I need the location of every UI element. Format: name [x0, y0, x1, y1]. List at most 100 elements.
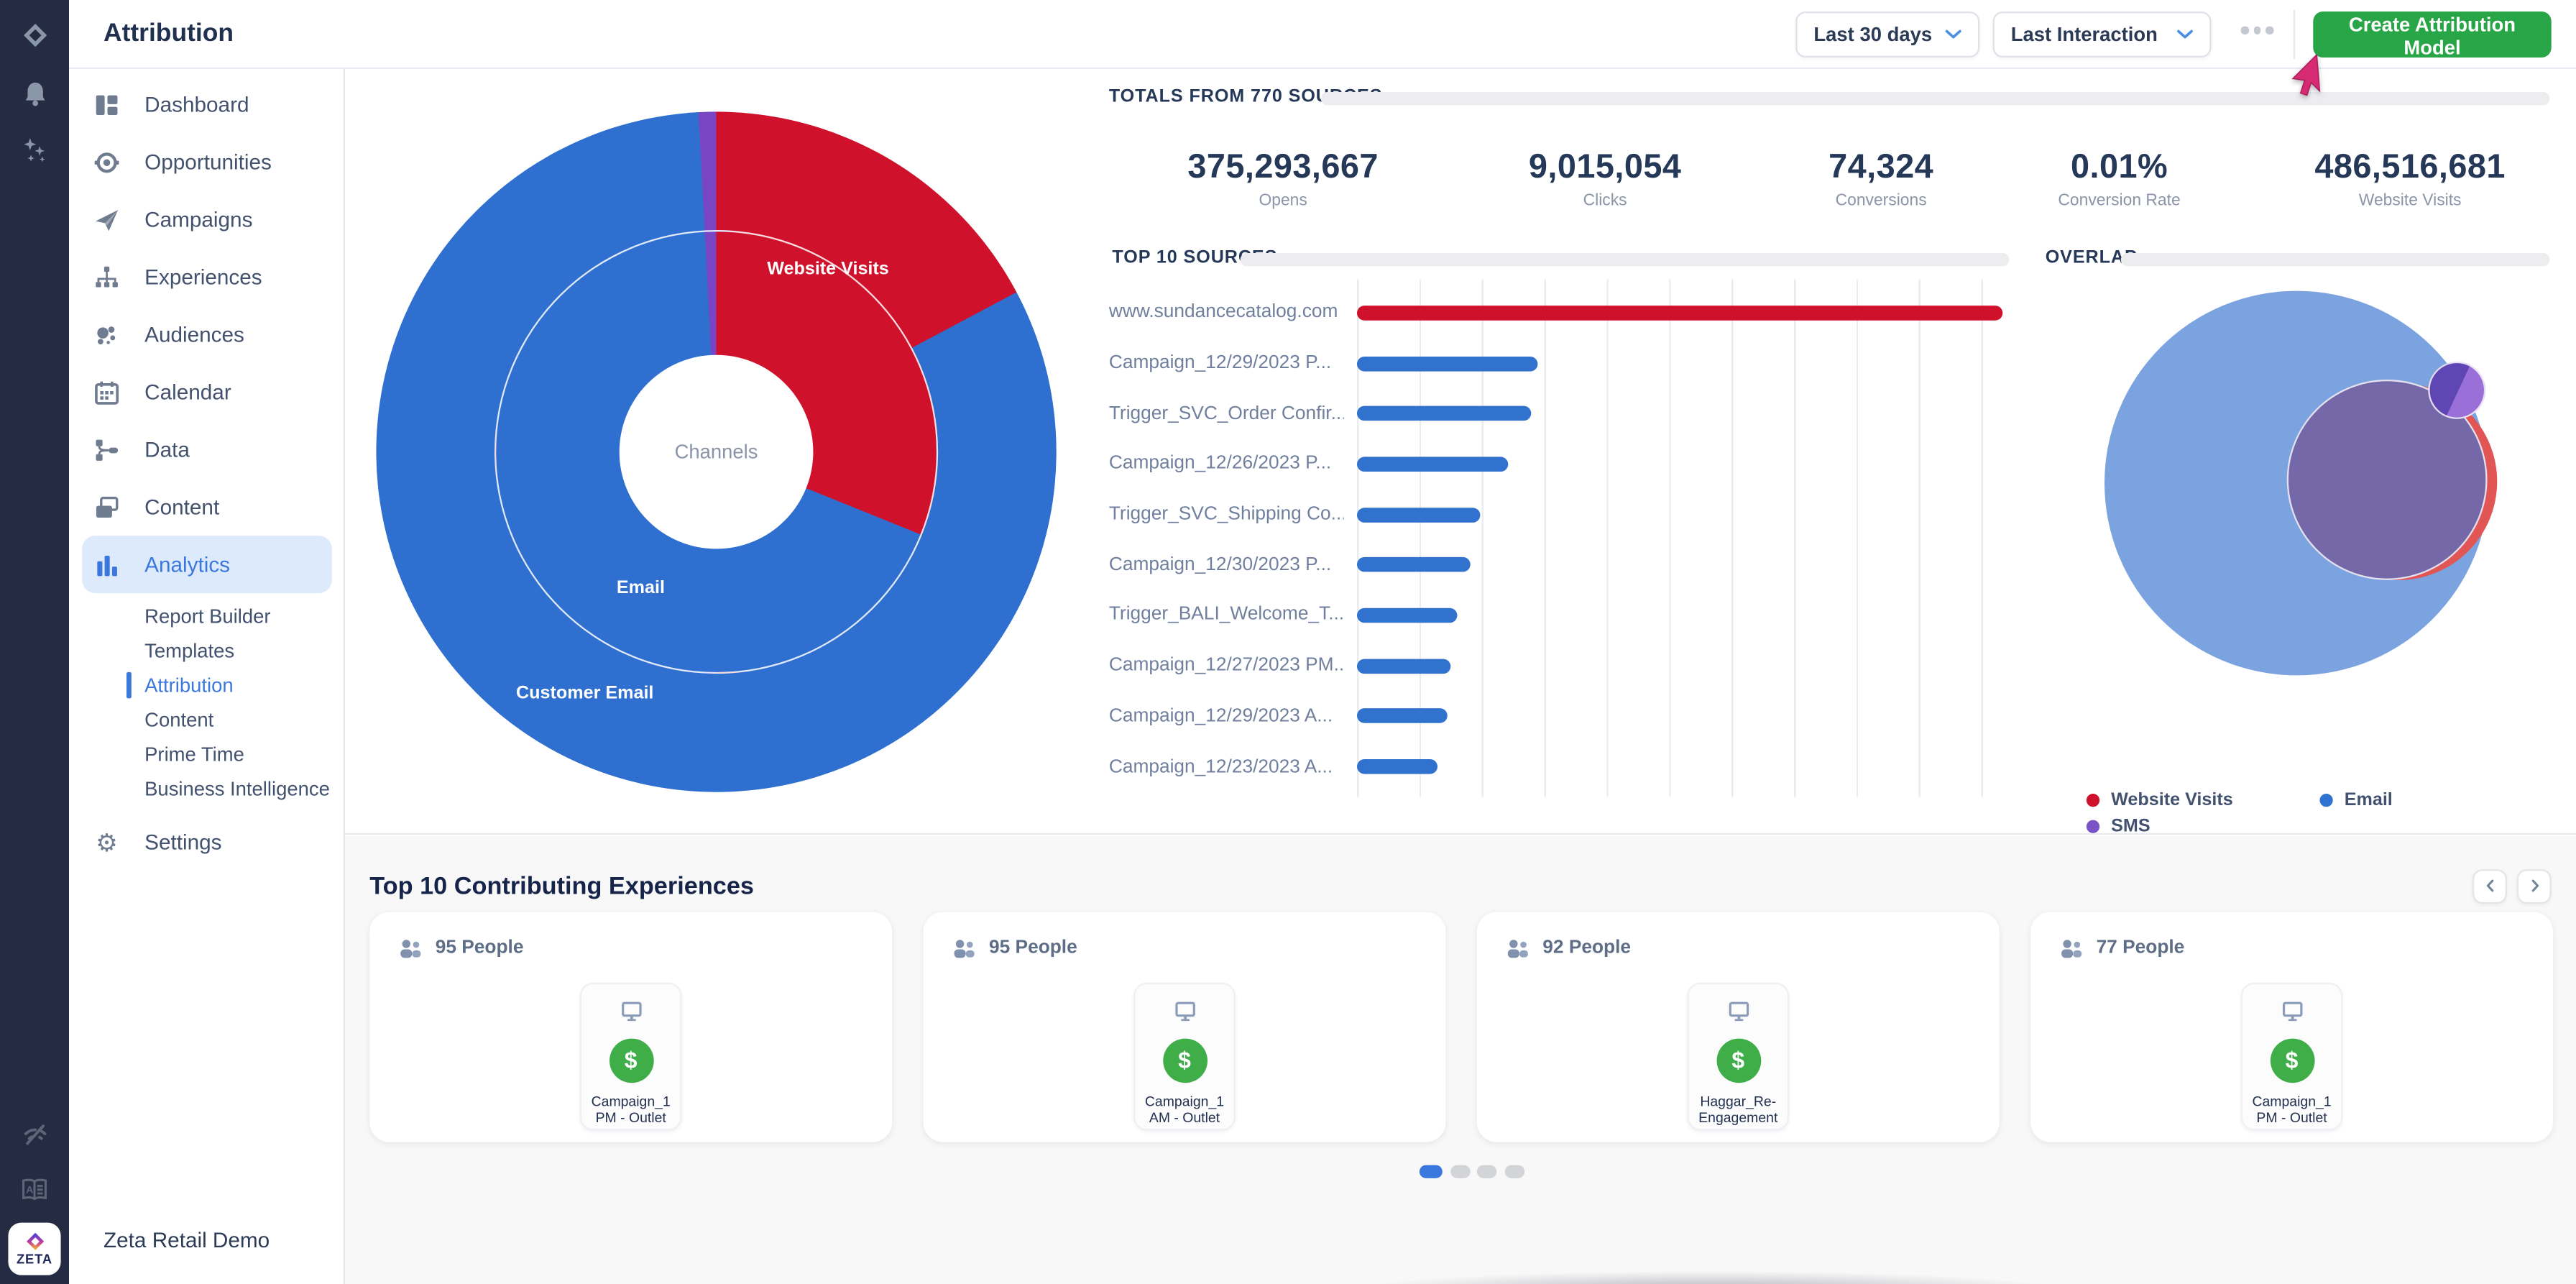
sidebar-item-label: Experiences	[144, 265, 262, 289]
source-row[interactable]: Campaign_12/29/2023 A...	[1109, 691, 2016, 741]
zeta-diamond-logo-icon[interactable]	[0, 12, 69, 58]
experience-card[interactable]: 95 People $Campaign_1PM - Outlet	[369, 911, 892, 1141]
source-bar	[1357, 356, 1537, 371]
sidebar-item-content[interactable]: Content	[82, 478, 331, 536]
source-label[interactable]: Campaign_12/29/2023 P...	[1109, 353, 1344, 372]
monitor-icon	[1172, 1000, 1197, 1023]
people-count-text: 77 People	[2097, 938, 2185, 958]
source-row[interactable]: www.sundancecatalog.com	[1109, 288, 2016, 338]
overlap-divider	[2121, 253, 2550, 266]
sidebar-subitem-prime-time[interactable]: Prime Time	[69, 736, 345, 771]
sidebar-subitem-templates[interactable]: Templates	[69, 633, 345, 667]
people-count-text: 95 People	[989, 938, 1077, 958]
pagination-dot-2[interactable]	[1450, 1164, 1469, 1177]
source-label[interactable]: Trigger_SVC_Order Confir...	[1109, 404, 1344, 423]
source-bar	[1357, 406, 1532, 421]
source-row[interactable]: Trigger_SVC_Shipping Co...	[1109, 490, 2016, 540]
attribution-model-select[interactable]: Last Interaction	[1993, 12, 2212, 58]
experiences-section: Top 10 Contributing Experiences 95 Peopl…	[345, 835, 2576, 1284]
more-options-button[interactable]	[2235, 19, 2280, 40]
source-row[interactable]: Trigger_SVC_Order Confir...	[1109, 388, 2016, 439]
carousel-prev-button[interactable]	[2472, 868, 2507, 903]
source-bar	[1357, 759, 1438, 774]
sidebar-subitem-label: Report Builder	[144, 604, 270, 627]
campaigns-icon	[93, 206, 120, 233]
zeta-logo-text: ZETA	[17, 1254, 52, 1267]
source-label[interactable]: Campaign_12/27/2023 PM...	[1109, 656, 1344, 675]
source-row[interactable]: Campaign_12/23/2023 A...	[1109, 741, 2016, 792]
legend-item-email[interactable]: Email	[2319, 790, 2392, 810]
sidebar-item-audiences[interactable]: Audiences	[82, 306, 331, 363]
experience-node: $Campaign_1PM - Outlet	[580, 982, 682, 1130]
pagination-dot-4[interactable]	[1504, 1164, 1524, 1177]
svg-text:A: A	[26, 1183, 33, 1195]
legend-item-website-visits[interactable]: Website Visits	[2087, 790, 2233, 810]
sidebar-item-campaigns[interactable]: Campaigns	[82, 191, 331, 248]
source-label[interactable]: Trigger_BALI_Welcome_T...	[1109, 605, 1344, 625]
source-label[interactable]: Campaign_12/26/2023 P...	[1109, 454, 1344, 474]
knowledge-book-icon[interactable]: A	[0, 1167, 69, 1213]
sidebar-item-settings[interactable]: ⚙Settings	[82, 813, 331, 871]
source-label[interactable]: Campaign_12/30/2023 P...	[1109, 555, 1344, 574]
legend-label: Website Visits	[2111, 790, 2233, 810]
sidebar-item-label: Settings	[144, 830, 221, 854]
stat-value: 375,293,667	[1103, 148, 1464, 188]
segment-label-customer-email: Customer Email	[516, 684, 653, 703]
sidebar-item-opportunities[interactable]: Opportunities	[82, 133, 331, 191]
channels-sunburst-chart: Channels Website Visits Email Customer E…	[376, 111, 1056, 792]
notifications-bell-icon[interactable]	[0, 70, 69, 116]
experience-card[interactable]: 77 People $Campaign_1PM - Outlet	[2030, 911, 2553, 1141]
carousel-next-button[interactable]	[2517, 868, 2552, 903]
experience-card[interactable]: 92 People$Haggar_Re-Engagement	[1477, 911, 2000, 1141]
sunburst-center-label: Channels	[675, 441, 758, 464]
source-row[interactable]: Campaign_12/30/2023 P...	[1109, 540, 2016, 590]
sidebar-item-experiences[interactable]: Experiences	[82, 248, 331, 306]
source-bar	[1357, 306, 2002, 321]
people-count: 95 People	[397, 936, 523, 960]
bottom-edge-shadow	[1232, 1260, 2185, 1284]
segment-label-email: Email	[617, 579, 665, 598]
sidebar-subitem-label: Business Intelligence	[144, 776, 330, 799]
source-label[interactable]: Campaign_12/23/2023 A...	[1109, 757, 1344, 776]
pagination-dot-1[interactable]	[1420, 1164, 1443, 1177]
sidebar-item-dashboard[interactable]: Dashboard	[82, 75, 331, 133]
people-icon	[2058, 936, 2085, 960]
people-icon	[397, 936, 424, 960]
experience-card[interactable]: 95 People$Campaign_1AM - Outlet	[924, 911, 1446, 1141]
account-name[interactable]: Zeta Retail Demo	[104, 1227, 270, 1252]
experience-name: Haggar_Re-Engagement	[1698, 1092, 1777, 1127]
sidebar-item-calendar[interactable]: Calendar	[82, 363, 331, 421]
dashboard-icon	[93, 91, 120, 118]
date-range-select[interactable]: Last 30 days	[1795, 12, 1979, 58]
sidebar-subitem-report-builder[interactable]: Report Builder	[69, 598, 345, 633]
pagination-dot-3[interactable]	[1477, 1164, 1496, 1177]
source-label[interactable]: www.sundancecatalog.com	[1109, 303, 1344, 322]
source-label[interactable]: Trigger_SVC_Shipping Co...	[1109, 505, 1344, 524]
sidebar-item-label: Content	[144, 495, 219, 519]
experience-name: Campaign_1PM - Outlet	[592, 1092, 671, 1127]
sidebar-item-data[interactable]: Data	[82, 421, 331, 478]
sidebar-subitem-attribution[interactable]: Attribution	[69, 667, 345, 702]
experience-node: $Campaign_1PM - Outlet	[2241, 982, 2343, 1130]
chevron-down-icon	[1945, 29, 1961, 40]
legend-item-sms[interactable]: SMS	[2087, 817, 2150, 836]
zeta-logo-tile[interactable]: ZETA	[8, 1223, 60, 1275]
sidebar-subitem-business-intelligence[interactable]: Business Intelligence	[69, 771, 345, 805]
source-bar-track	[1357, 759, 2016, 774]
conversion-dollar-icon: $	[1162, 1037, 1207, 1082]
legend-color-dot	[2087, 820, 2099, 833]
source-row[interactable]: Campaign_12/27/2023 PM...	[1109, 641, 2016, 691]
source-bar-track	[1357, 507, 2016, 522]
source-row[interactable]: Campaign_12/26/2023 P...	[1109, 439, 2016, 489]
ai-sparkles-icon[interactable]	[0, 127, 69, 173]
sidebar-subitem-content[interactable]: Content	[69, 702, 345, 736]
sidebar-subitem-label: Attribution	[144, 673, 233, 696]
signal-icon[interactable]	[0, 1111, 69, 1157]
create-attribution-model-button[interactable]: Create Attribution Model	[2313, 12, 2551, 58]
sidebar-item-analytics[interactable]: Analytics	[82, 536, 331, 593]
experience-name: Campaign_1PM - Outlet	[2252, 1092, 2331, 1127]
source-row[interactable]: Trigger_BALI_Welcome_T...	[1109, 590, 2016, 641]
source-row[interactable]: Campaign_12/29/2023 P...	[1109, 338, 2016, 388]
source-bar-track	[1357, 406, 2016, 421]
source-label[interactable]: Campaign_12/29/2023 A...	[1109, 706, 1344, 725]
